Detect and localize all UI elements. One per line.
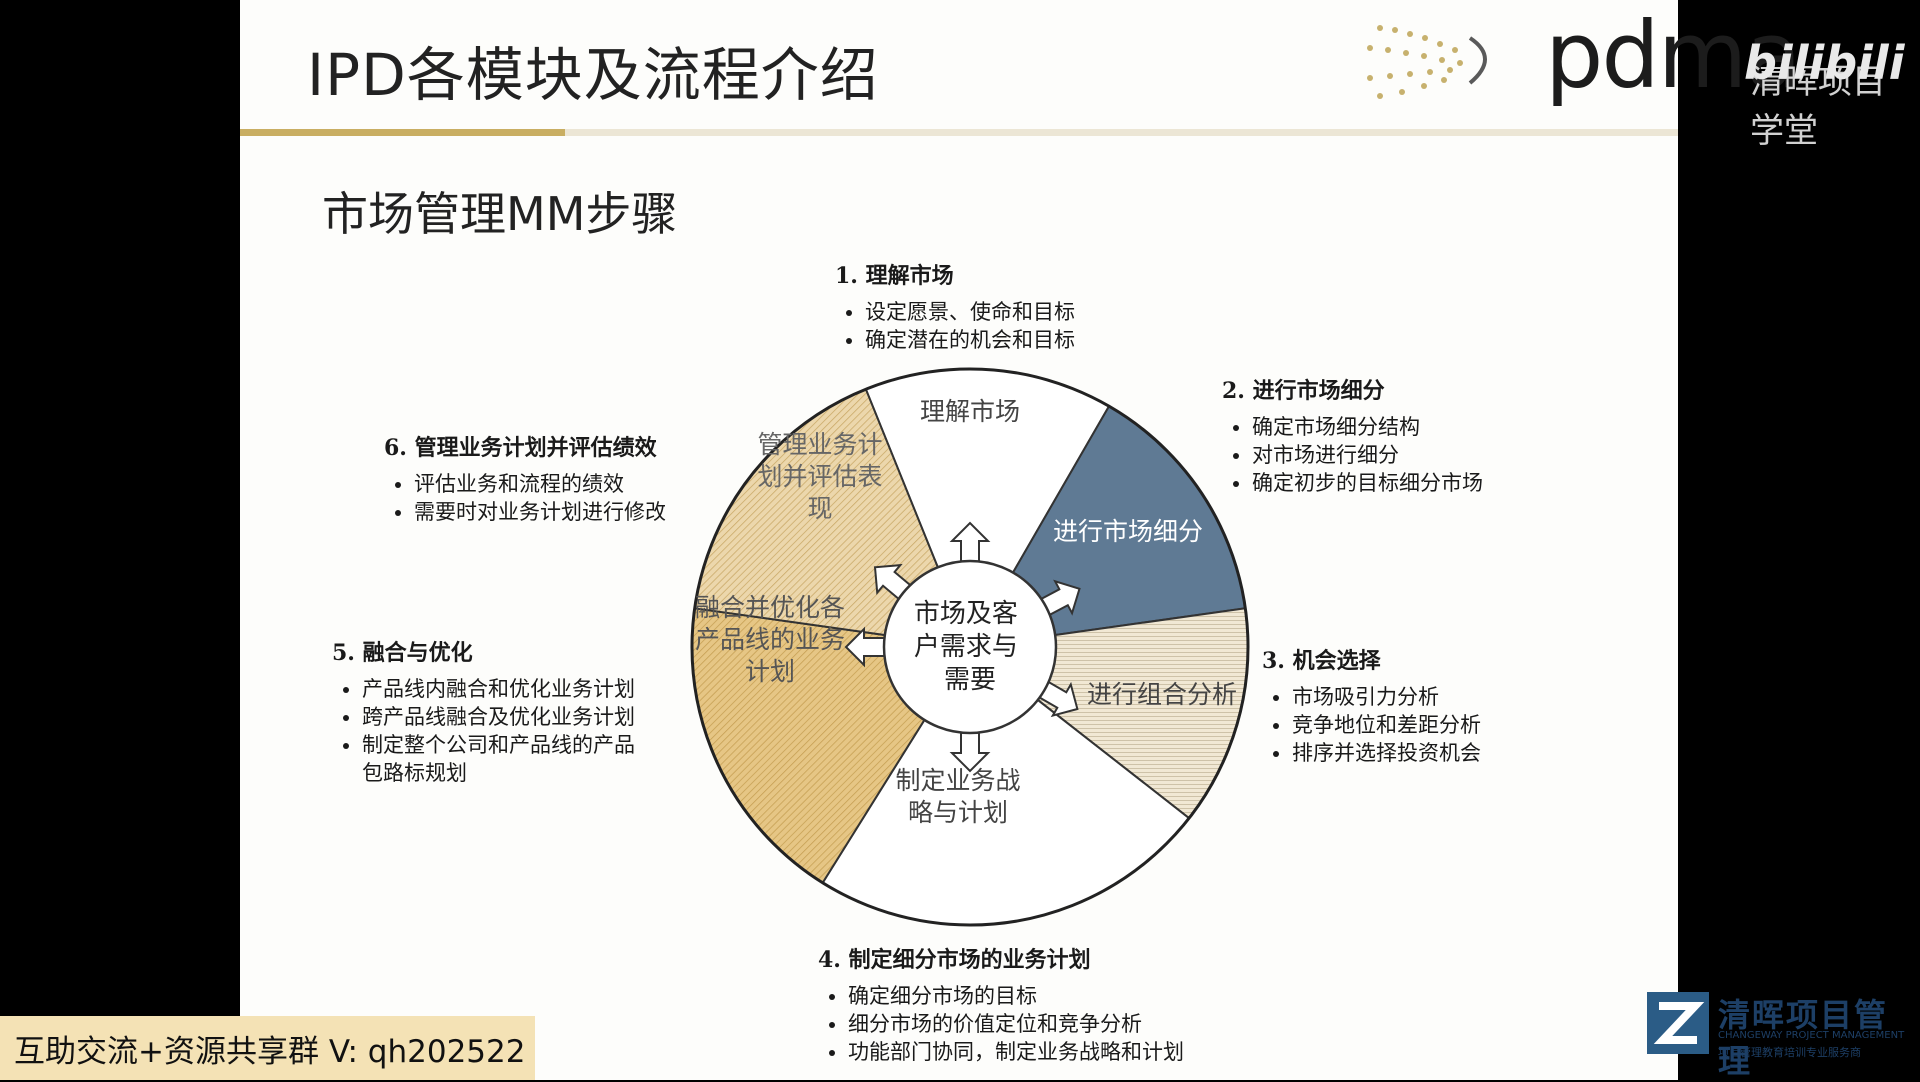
center-label-line: 需要 [944, 665, 996, 695]
wheel-segment-label: 进行市场细分 [1053, 517, 1203, 546]
group-contact-banner: 互助交流+资源共享群 V: qh202522 [0, 1016, 535, 1080]
wheel-segment-label-line: 进行市场细分 [1053, 517, 1203, 546]
wheel-segment-label-line: 产品线的业务 [695, 625, 845, 654]
wheel-segment-label-line: 管理业务计 [757, 430, 882, 459]
wheel-segment-label: 进行组合分析 [1087, 680, 1237, 709]
wheel-segment-label-line: 划并评估表 [757, 462, 882, 491]
mm-wheel-diagram: 市场及客 户需求与 需要 理解市场进行市场细分进行组合分析制定业务战略与计划 融合… [690, 367, 1250, 927]
wheel-segment-label-line: 计划 [745, 657, 795, 686]
wheel-segment-label: 理解市场 [920, 397, 1020, 426]
wheel-segment-label-line: 制定业务战 [895, 766, 1020, 795]
wheel-segment-label-line: 略与计划 [908, 798, 1008, 827]
wheel-segment-label-line: 融合并优化各 [695, 593, 845, 622]
wheel-segment-label-line: 现 [807, 494, 832, 523]
wheel-segment-label-line: 进行组合分析 [1087, 680, 1237, 709]
wheel-segment-label-line: 理解市场 [920, 397, 1020, 426]
center-label-line: 户需求与 [914, 632, 1018, 662]
center-label-line: 市场及客 [914, 599, 1018, 629]
